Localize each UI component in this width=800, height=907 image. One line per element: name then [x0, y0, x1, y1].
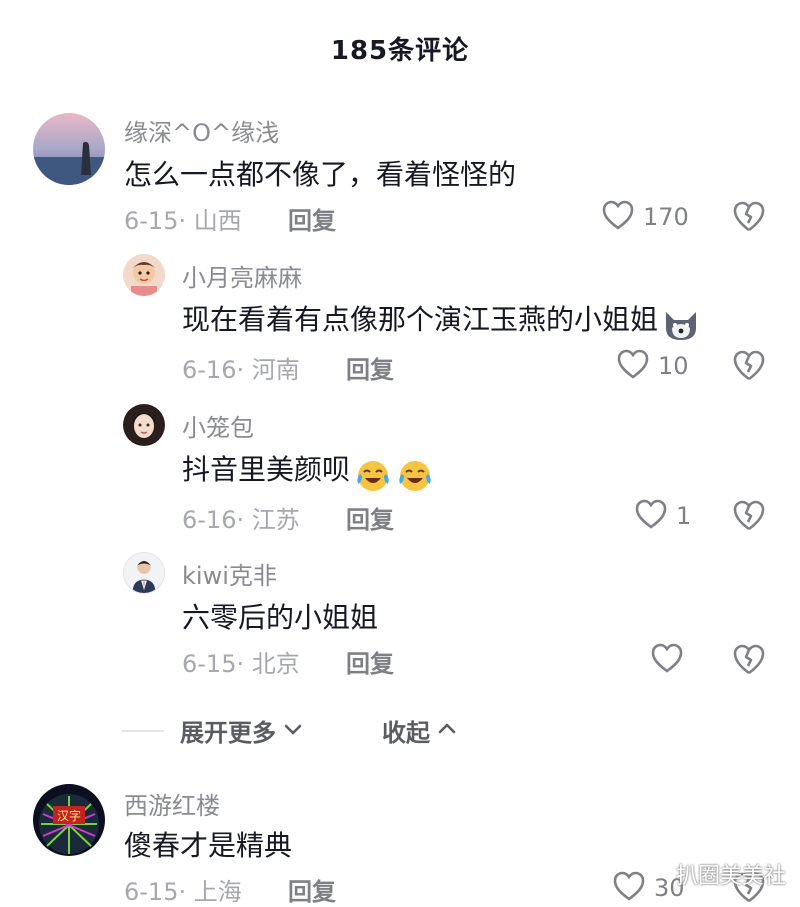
comment-text: 怎么一点都不像了，看着怪怪的	[124, 158, 517, 191]
heart-icon	[601, 199, 635, 235]
comment-text-row: 抖音里美颜呗	[182, 448, 434, 494]
watermark: 扒圈美美社	[676, 864, 787, 889]
avatar-label: 汉字	[57, 808, 81, 823]
like-count: 170	[643, 203, 689, 231]
comment-text: 现在看着有点像那个演江玉燕的小姐姐	[182, 303, 659, 336]
comment-date-location: 6-15· 山西	[124, 207, 242, 235]
dislike-button[interactable]	[732, 642, 766, 676]
reply-button[interactable]: 回复	[346, 500, 394, 535]
dislike-button[interactable]	[732, 498, 766, 532]
broken-heart-icon	[732, 199, 766, 233]
dog-face-emoji	[662, 306, 700, 344]
avatar[interactable]	[123, 552, 165, 594]
like-count: 10	[658, 352, 689, 380]
reply-button[interactable]: 回复	[288, 201, 336, 236]
heart-icon	[634, 498, 668, 534]
avatar[interactable]: 汉字	[33, 784, 105, 856]
username[interactable]: 西游红楼	[124, 786, 220, 821]
comment-date-location: 6-16· 河南	[182, 356, 300, 384]
heart-icon	[616, 348, 650, 384]
like-button[interactable]: 30	[612, 870, 685, 906]
username[interactable]: 小笼包	[182, 408, 254, 443]
expand-more-label: 展开更多	[180, 719, 276, 747]
like-button[interactable]: 10	[616, 348, 689, 384]
broken-heart-icon	[732, 348, 766, 382]
collapse-button[interactable]: 收起	[382, 713, 458, 748]
username[interactable]: 缘深^O^缘浅	[124, 113, 279, 148]
crying-laughing-emoji	[396, 456, 434, 494]
reply-button[interactable]: 回复	[346, 350, 394, 385]
reply-item: kiwi克非 六零后的小姐姐 6-15· 北京 回复	[0, 550, 800, 690]
avatar[interactable]	[33, 113, 105, 185]
broken-heart-icon	[732, 642, 766, 676]
thread-divider	[122, 730, 164, 732]
avatar[interactable]	[123, 404, 165, 446]
dislike-button[interactable]	[732, 348, 766, 382]
like-button[interactable]: 1	[634, 498, 691, 534]
username[interactable]: 小月亮麻麻	[182, 258, 302, 293]
comment-text: 傻春才是精典	[124, 829, 293, 862]
reply-button[interactable]: 回复	[346, 644, 394, 679]
comment-date-location: 6-16· 江苏	[182, 506, 300, 534]
heart-icon	[612, 870, 646, 906]
dislike-button[interactable]	[732, 199, 766, 233]
comments-count-title: 185条评论	[330, 36, 470, 66]
reply-item: 小笼包 抖音里美颜呗 6-16· 江苏 回复 1	[0, 402, 800, 542]
chevron-up-icon	[436, 718, 458, 744]
comment-date-location: 6-15· 北京	[182, 650, 300, 678]
heart-icon	[650, 642, 684, 678]
collapse-label: 收起	[382, 719, 430, 747]
like-count: 1	[676, 502, 692, 530]
comment-text: 抖音里美颜呗	[182, 453, 351, 486]
crying-laughing-emoji	[354, 456, 392, 494]
chevron-down-icon	[282, 718, 304, 744]
like-button[interactable]: 170	[601, 199, 689, 235]
broken-heart-icon	[732, 498, 766, 532]
username[interactable]: kiwi克非	[182, 556, 277, 591]
like-button[interactable]	[650, 642, 692, 678]
comment-text: 六零后的小姐姐	[182, 601, 379, 634]
comment-item: 缘深^O^缘浅 怎么一点都不像了，看着怪怪的 6-15· 山西 回复 170	[0, 105, 800, 245]
expand-more-button[interactable]: 展开更多	[180, 713, 304, 748]
avatar[interactable]	[123, 254, 165, 296]
comment-date-location: 6-15· 上海	[124, 878, 242, 906]
comment-text-row: 现在看着有点像那个演江玉燕的小姐姐	[182, 298, 700, 344]
reply-item: 小月亮麻麻 现在看着有点像那个演江玉燕的小姐姐 6-16· 河南 回复 10	[0, 252, 800, 392]
reply-button[interactable]: 回复	[288, 872, 336, 907]
